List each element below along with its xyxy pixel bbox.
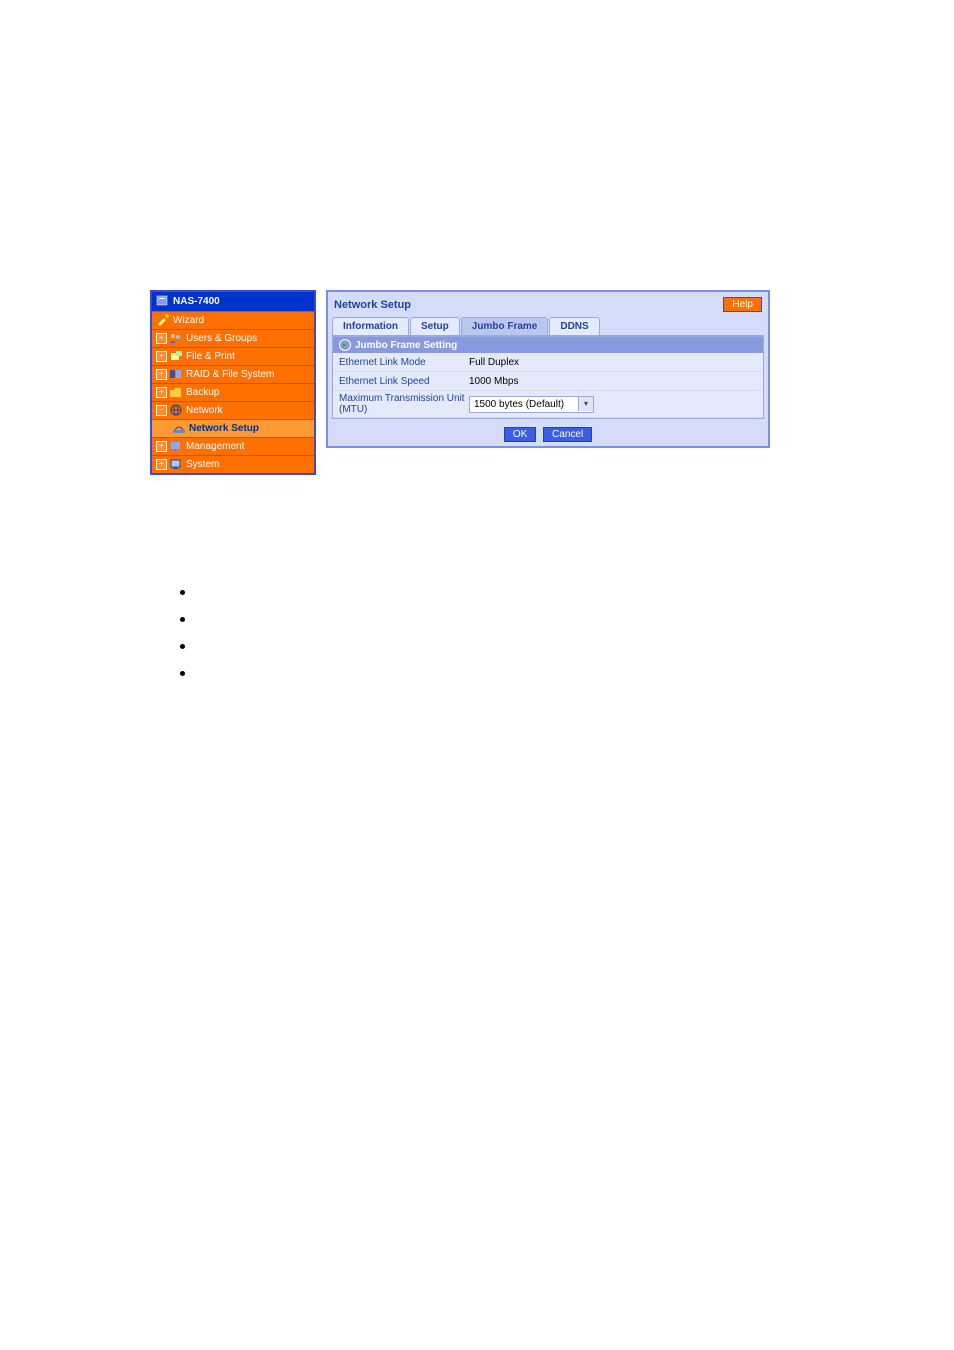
sidebar-item-system[interactable]: + System — [152, 455, 314, 473]
sidebar-item-management[interactable]: + Management — [152, 437, 314, 455]
section-bar: Jumbo Frame Setting — [333, 336, 763, 353]
bullet-icon — [180, 644, 185, 649]
button-row: OK Cancel — [328, 423, 768, 446]
sidebar-item-users[interactable]: + Users & Groups — [152, 329, 314, 347]
app-container: NAS-7400 Wizard + Users & Groups + File … — [150, 290, 770, 475]
backup-icon — [169, 386, 183, 399]
collapse-icon[interactable]: - — [156, 405, 167, 416]
sidebar-item-label: RAID & File System — [186, 369, 274, 380]
system-icon — [169, 458, 183, 471]
sidebar-item-label: File & Print — [186, 351, 235, 362]
wizard-icon — [156, 314, 170, 327]
raid-icon — [169, 368, 183, 381]
page-title: Network Setup — [334, 299, 411, 311]
expand-icon[interactable]: + — [156, 459, 167, 470]
bullet-icon — [180, 617, 185, 622]
tab-information[interactable]: Information — [332, 317, 409, 335]
sidebar-item-label: Wizard — [173, 315, 204, 326]
bullet-icon — [180, 671, 185, 676]
tab-jumboframe[interactable]: Jumbo Frame — [461, 317, 549, 335]
sidebar-item-backup[interactable]: + Backup — [152, 383, 314, 401]
tab-row: Information Setup Jumbo Frame DDNS — [328, 317, 768, 335]
sidebar-item-label: Network — [186, 405, 223, 416]
section-title: Jumbo Frame Setting — [355, 340, 457, 351]
sidebar-item-label: System — [186, 459, 219, 470]
sidebar-subitem-networksetup[interactable]: Network Setup — [152, 419, 314, 437]
management-icon — [169, 440, 183, 453]
select-value: 1500 bytes (Default) — [470, 399, 578, 410]
row-link-speed: Ethernet Link Speed 1000 Mbps — [333, 372, 763, 391]
sidebar-item-label: Users & Groups — [186, 333, 257, 344]
users-icon — [169, 332, 183, 345]
expand-icon[interactable]: + — [156, 387, 167, 398]
sidebar-item-wizard[interactable]: Wizard — [152, 311, 314, 329]
row-mtu: Maximum Transmission Unit (MTU) 1500 byt… — [333, 391, 763, 418]
mtu-select[interactable]: 1500 bytes (Default) ▾ — [469, 396, 594, 413]
tab-ddns[interactable]: DDNS — [549, 317, 599, 335]
sidebar: NAS-7400 Wizard + Users & Groups + File … — [150, 290, 316, 475]
sidebar-title-text: NAS-7400 — [173, 296, 220, 307]
bullet-icon — [180, 590, 185, 595]
sidebar-item-network[interactable]: - Network — [152, 401, 314, 419]
main-panel: Network Setup Help Information Setup Jum… — [326, 290, 770, 448]
row-label: Ethernet Link Mode — [339, 357, 469, 368]
sidebar-item-raid[interactable]: + RAID & File System — [152, 365, 314, 383]
row-value: Full Duplex — [469, 357, 757, 368]
sidebar-title: NAS-7400 — [152, 292, 314, 311]
row-label: Maximum Transmission Unit (MTU) — [339, 393, 469, 415]
cancel-button[interactable]: Cancel — [543, 427, 592, 442]
nas-icon — [156, 295, 170, 308]
expand-icon[interactable]: + — [156, 369, 167, 380]
main-header: Network Setup Help — [328, 292, 768, 317]
networksetup-icon — [172, 422, 186, 435]
expand-icon[interactable]: + — [156, 441, 167, 452]
chevron-down-icon: ▾ — [578, 397, 593, 411]
sidebar-item-label: Management — [186, 441, 244, 452]
row-value: 1000 Mbps — [469, 376, 757, 387]
body-area: Jumbo Frame Setting Ethernet Link Mode F… — [332, 335, 764, 419]
help-button[interactable]: Help — [723, 297, 762, 312]
sidebar-item-fileprint[interactable]: + File & Print — [152, 347, 314, 365]
expand-icon[interactable]: + — [156, 333, 167, 344]
ok-button[interactable]: OK — [504, 427, 536, 442]
bullet-list — [180, 590, 185, 698]
network-icon — [169, 404, 183, 417]
sidebar-item-label: Backup — [186, 387, 219, 398]
sidebar-subitem-label: Network Setup — [189, 423, 259, 434]
expand-icon[interactable]: + — [156, 351, 167, 362]
tab-setup[interactable]: Setup — [410, 317, 460, 335]
refresh-icon — [339, 339, 351, 351]
fileprint-icon — [169, 350, 183, 363]
row-label: Ethernet Link Speed — [339, 376, 469, 387]
row-link-mode: Ethernet Link Mode Full Duplex — [333, 353, 763, 372]
